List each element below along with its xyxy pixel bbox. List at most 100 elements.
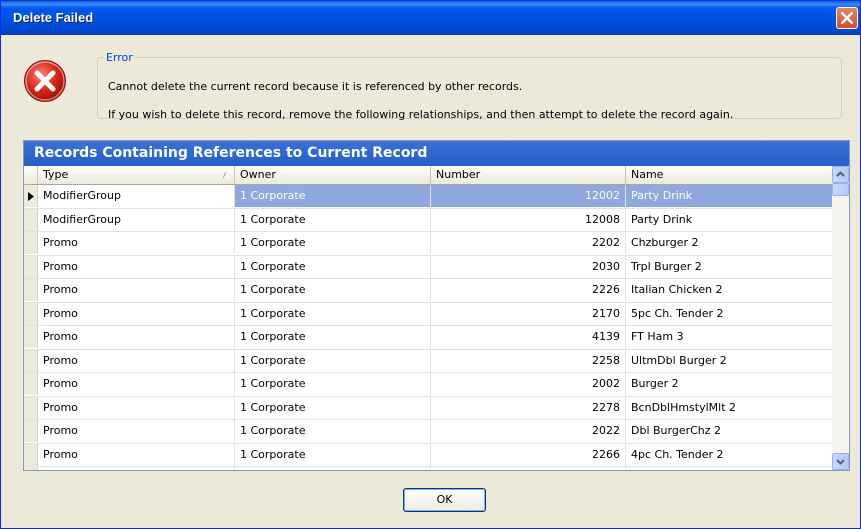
cell-owner[interactable]: 1 Corporate [235,232,431,254]
table-row[interactable]: Promo 1 Corporate 2030 Trpl Burger 2 [24,255,832,279]
close-icon [841,12,853,24]
cell-name[interactable]: UltmDbl Burger 2 [626,350,832,372]
cell-number[interactable]: 2266 [431,443,626,466]
cell-number[interactable]: 12002 [431,185,626,207]
cell-name[interactable]: FT Ham 3 [626,326,832,348]
cell-type[interactable]: ModifierGroup [38,185,235,207]
cell-number[interactable]: 2202 [431,232,626,254]
references-grid[interactable]: Records Containing References to Current… [23,140,850,471]
table-row[interactable]: Promo 1 Corporate 2002 Burger 2 [24,373,832,397]
cell-name[interactable]: Dbl BurgerChz 2 [626,420,832,442]
cell-type[interactable]: Promo [38,279,235,301]
grid-caption-text: Records Containing References to Current… [34,145,428,161]
cell-type[interactable]: Promo [38,349,235,372]
close-button[interactable] [836,7,858,29]
column-header-type-label: Type [43,168,69,181]
row-indicator-cell [24,255,38,278]
column-header-number[interactable]: Number [431,166,626,184]
cell-number[interactable]: 2226 [431,279,626,301]
cell-number[interactable]: 2170 [431,302,626,325]
table-row[interactable]: Promo 1 Corporate 2202 Chzburger 2 [24,232,832,256]
cell-type[interactable]: Promo [38,373,235,395]
cell-name[interactable]: Chzburger 2 [626,232,832,254]
cell-owner[interactable]: 1 Corporate [235,420,431,442]
cell-number[interactable]: 2030 [431,255,626,278]
cell-owner[interactable]: 1 Corporate [235,349,431,372]
scroll-down-button[interactable] [832,453,849,470]
table-row[interactable]: Promo 1 Corporate 4139 FT Ham 3 [24,326,832,350]
row-indicator-cell [24,349,38,372]
cell-number[interactable]: 2002 [431,373,626,395]
cell-owner[interactable]: 1 Corporate [235,373,431,395]
cell-name[interactable]: Trpl Burger 2 [626,467,832,470]
cell-number[interactable]: 2162 [431,467,626,470]
cell-name[interactable]: 5pc Ch. Tender 2 [626,303,832,325]
error-message-line1: Cannot delete the current record because… [108,80,523,93]
scroll-thumb[interactable] [832,183,849,196]
header-indicator-cell [24,166,38,184]
table-row[interactable]: ModifierGroup 1 Corporate 12008 Party Drink [24,208,832,232]
row-indicator-cell [24,420,38,442]
cell-name[interactable]: Party Drink [626,209,832,231]
cell-number[interactable]: 2258 [431,349,626,372]
cell-type[interactable]: Promo [38,232,235,254]
cell-owner[interactable]: 1 Corporate [235,396,431,419]
sort-ascending-icon [222,171,230,179]
row-indicator-cell [24,185,38,207]
row-indicator-cell [24,302,38,325]
cell-name[interactable]: Italian Chicken 2 [626,279,832,301]
row-indicator-cell [24,396,38,419]
cell-owner[interactable]: 1 Corporate [235,185,431,207]
row-indicator-cell [24,326,38,348]
scroll-up-button[interactable] [832,166,849,183]
table-row[interactable]: ModifierGroup 1 Corporate 12002 Party Drink [24,185,832,209]
cell-type[interactable]: Promo [38,326,235,348]
cell-number[interactable]: 2022 [431,420,626,442]
ok-button[interactable]: OK [403,488,486,512]
cell-type[interactable]: Promo [38,467,235,470]
cell-type[interactable]: Promo [38,255,235,278]
cell-owner[interactable]: 1 Corporate [235,443,431,466]
cell-owner[interactable]: 1 Corporate [235,255,431,278]
table-row[interactable]: Promo1 Corporate2162Trpl Burger 2 [24,467,832,470]
cell-number[interactable]: 12008 [431,208,626,231]
cell-owner[interactable]: 1 Corporate [235,467,431,470]
cell-number[interactable]: 2278 [431,396,626,419]
vertical-scrollbar[interactable] [832,166,849,470]
cell-owner[interactable]: 1 Corporate [235,326,431,348]
cell-type[interactable]: ModifierGroup [38,208,235,231]
column-header-name[interactable]: Name [626,166,832,184]
cell-type[interactable]: Promo [38,396,235,419]
chevron-down-icon [836,459,845,465]
table-row[interactable]: Promo 1 Corporate 2022 Dbl BurgerChz 2 [24,420,832,444]
row-indicator-cell [24,279,38,301]
column-header-name-label: Name [631,168,664,181]
error-groupbox: Error Cannot delete the current record b… [97,51,842,121]
cell-owner[interactable]: 1 Corporate [235,208,431,231]
dialog-window: Delete Failed Error Cannot delete the cu… [0,0,861,529]
cell-owner[interactable]: 1 Corporate [235,302,431,325]
cell-name[interactable]: Burger 2 [626,373,832,395]
chevron-up-icon [836,171,845,177]
cell-name[interactable]: Party Drink [626,185,832,207]
cell-number[interactable]: 4139 [431,326,626,348]
table-row[interactable]: Promo 1 Corporate 2278 BcnDblHmstylMlt 2 [24,396,832,420]
column-header-type[interactable]: Type [38,166,235,184]
cell-name[interactable]: 4pc Ch. Tender 2 [626,444,832,466]
cell-owner[interactable]: 1 Corporate [235,279,431,301]
grid-rows: ModifierGroup 1 Corporate 12002 Party Drink… [24,185,832,470]
table-row[interactable]: Promo 1 Corporate 2258 UltmDbl Burger 2 [24,349,832,373]
table-row[interactable]: Promo 1 Corporate 2266 4pc Ch. Tender 2 [24,443,832,467]
cell-type[interactable]: Promo [38,302,235,325]
table-row[interactable]: Promo 1 Corporate 2170 5pc Ch. Tender 2 [24,302,832,326]
cell-name[interactable]: BcnDblHmstylMlt 2 [626,397,832,419]
column-header-owner[interactable]: Owner [235,166,431,184]
cell-name[interactable]: Trpl Burger 2 [626,256,832,278]
cell-type[interactable]: Promo [38,443,235,466]
grid-header: Type Owner Number Name [24,166,832,185]
title-bar[interactable]: Delete Failed [1,1,860,35]
cell-type[interactable]: Promo [38,420,235,442]
grid-caption: Records Containing References to Current… [24,141,849,166]
table-row[interactable]: Promo 1 Corporate 2226 Italian Chicken 2 [24,279,832,303]
row-indicator-cell [24,443,38,466]
